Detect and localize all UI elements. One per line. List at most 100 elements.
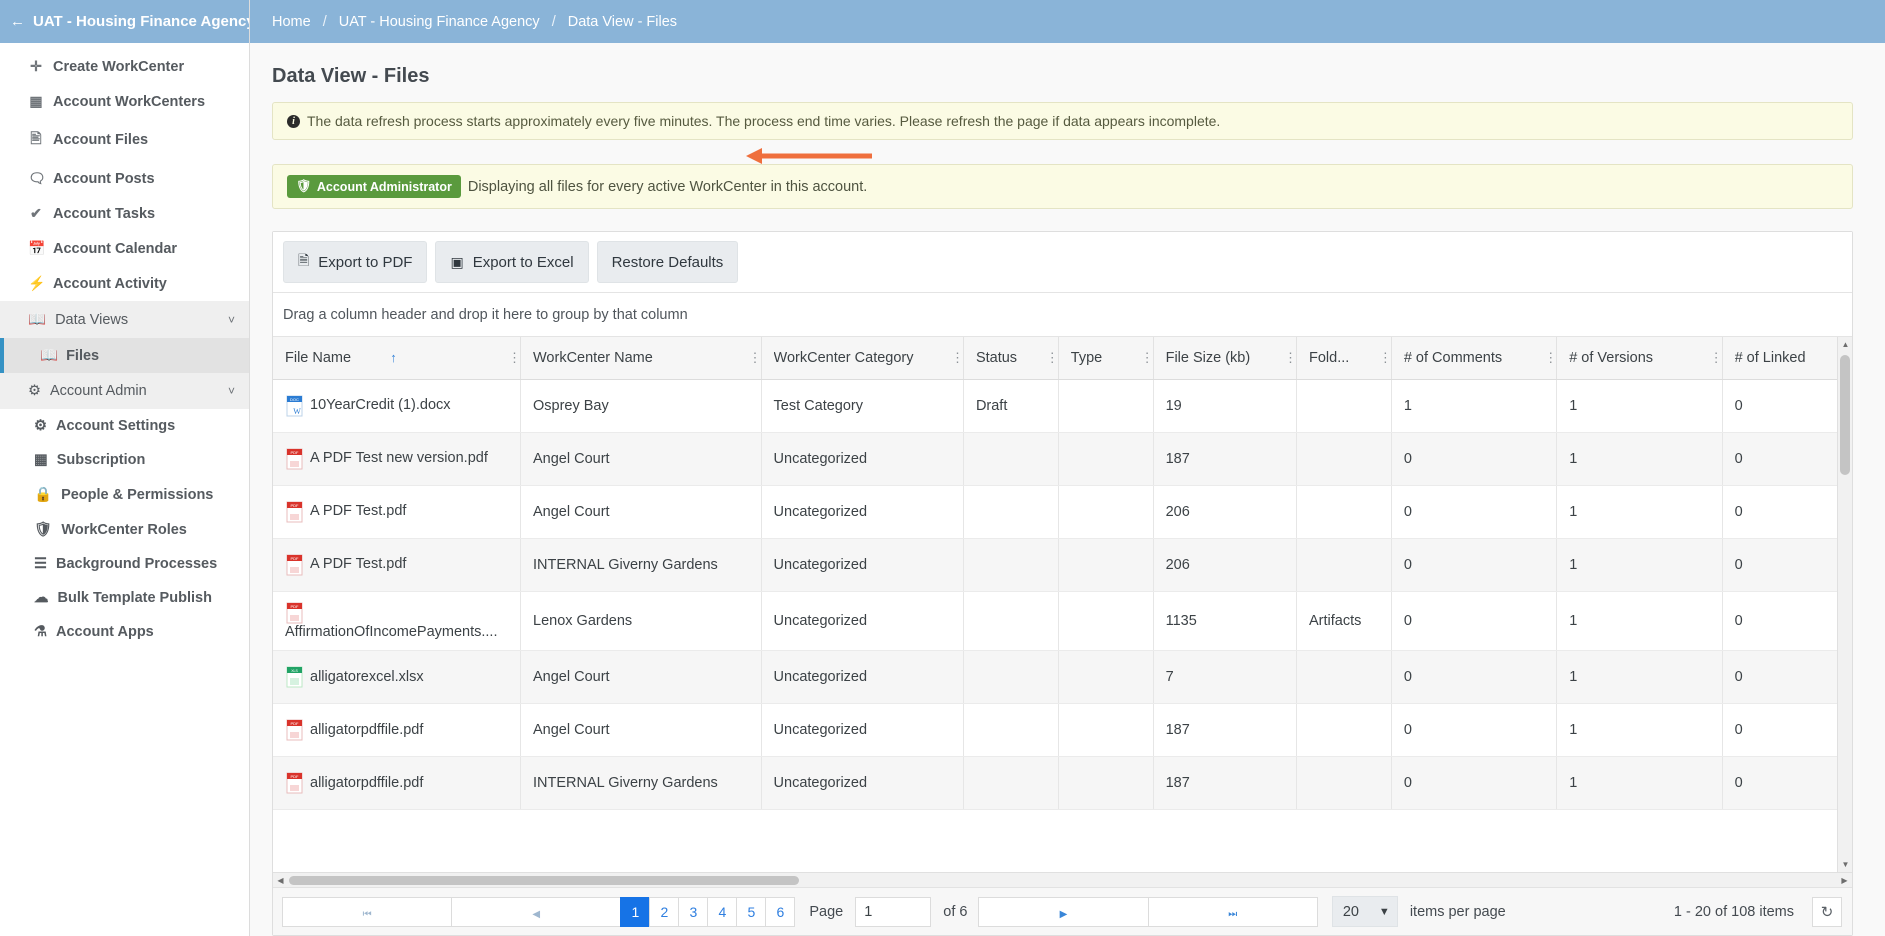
word-file-icon: DOC W [286, 395, 303, 416]
book-icon: 📖 [40, 348, 59, 364]
cell-file-name[interactable]: PDF A PDF Test.pdf [273, 538, 521, 592]
pdf-file-icon: PDF [286, 501, 303, 522]
table-row[interactable]: XLS alligatorexcel.xlsx Angel Court Unca… [273, 650, 1852, 705]
scroll-left-icon[interactable]: ◀ [273, 873, 288, 888]
sidebar-item-account-posts[interactable]: 🗨 Account Posts [0, 161, 249, 196]
sidebar-group-account-admin[interactable]: ⚙ Account Admin ˅ [0, 373, 249, 409]
column-menu-icon[interactable]: ⋮ [1141, 351, 1154, 364]
page-button-4[interactable]: 4 [707, 896, 738, 927]
page-button-6[interactable]: 6 [765, 896, 796, 927]
page-number-input[interactable] [855, 896, 932, 927]
breadcrumb-item-home[interactable]: Home [272, 14, 311, 30]
pdf-file-icon: PDF [286, 772, 303, 794]
vertical-scrollbar[interactable]: ▲ ▼ [1837, 337, 1852, 872]
scroll-down-icon[interactable]: ▼ [1838, 857, 1852, 872]
svg-text:PDF: PDF [291, 721, 300, 726]
horizontal-scrollbar[interactable]: ◀ ▶ [273, 872, 1852, 887]
previous-page-button[interactable]: ◀ [451, 896, 622, 927]
cell-file-name[interactable]: PDF alligatorpdffile.pdf [273, 756, 521, 811]
column-menu-icon[interactable]: ⋮ [749, 351, 762, 364]
sidebar-item-label: Account WorkCenters [53, 93, 206, 110]
refresh-button[interactable]: ↻ [1812, 896, 1843, 927]
export-to-pdf-button[interactable]: 🗎 Export to PDF [283, 241, 428, 283]
cell-file-name[interactable]: PDF A PDF Test.pdf [273, 485, 521, 539]
page-button-1[interactable]: 1 [620, 896, 651, 927]
breadcrumb-item-current[interactable]: Data View - Files [568, 14, 677, 30]
sidebar-item-label: Subscription [56, 452, 146, 468]
export-to-excel-button[interactable]: ▣ Export to Excel [435, 241, 589, 283]
sidebar-item-account-files[interactable]: 🖹 Account Files [0, 119, 249, 161]
table-row[interactable]: DOC W 10YearCredit (1).docx Osprey Bay Te… [273, 379, 1852, 433]
sidebar-item-workcenter-roles[interactable]: 🛡 WorkCenter Roles [0, 512, 249, 547]
table-row[interactable]: PDF A PDF Test.pdf INTERNAL Giverny Gard… [273, 538, 1852, 592]
sidebar-item-account-tasks[interactable]: ✔ Account Tasks [0, 196, 249, 231]
layers-icon: ☰ [34, 556, 47, 572]
column-header-linked[interactable]: # of Linked [1722, 337, 1852, 380]
column-header-versions[interactable]: # of Versions ⋮ [1556, 337, 1723, 380]
column-menu-icon[interactable]: ⋮ [1046, 351, 1059, 364]
column-header-workcenter-name[interactable]: WorkCenter Name ⋮ [520, 337, 762, 380]
cell-file-name[interactable]: PDF alligatorpdffile.pdf [273, 703, 521, 758]
sidebar-group-data-views[interactable]: 📖 Data Views ˅ [0, 301, 249, 338]
table-row[interactable]: PDF A PDF Test.pdf Angel Court Uncategor… [273, 485, 1852, 539]
sidebar-item-account-activity[interactable]: ⚡ Account Activity [0, 266, 249, 301]
sidebar-item-people-permissions[interactable]: 🔒 People & Permissions [0, 477, 249, 512]
next-page-button[interactable]: ▶ [978, 896, 1149, 927]
group-drop-area[interactable]: Drag a column header and drop it here to… [273, 293, 1852, 337]
sidebar-item-subscription[interactable]: ▦ Subscription [0, 443, 249, 477]
sidebar-item-account-workcenters[interactable]: ▦ Account WorkCenters [0, 84, 249, 119]
sidebar-item-background-processes[interactable]: ☰ Background Processes [0, 547, 249, 581]
pdf-file-icon: 🗎 [298, 252, 310, 268]
flask-icon: ⚗ [34, 624, 47, 640]
column-header-folder[interactable]: Fold... ⋮ [1296, 337, 1392, 380]
table-row[interactable]: PDF alligatorpdffile.pdf INTERNAL Givern… [273, 756, 1852, 811]
column-header-type[interactable]: Type ⋮ [1058, 337, 1154, 380]
column-menu-icon[interactable]: ⋮ [1379, 351, 1392, 364]
column-header-workcenter-category[interactable]: WorkCenter Category ⋮ [761, 337, 964, 380]
column-menu-icon[interactable]: ⋮ [1710, 351, 1723, 364]
svg-text:XLS: XLS [291, 669, 298, 673]
table-row[interactable]: PDF alligatorpdffile.pdf Angel Court Unc… [273, 703, 1852, 758]
grid-toolbar: 🗎 Export to PDF ▣ Export to Excel Restor… [273, 232, 1852, 293]
cell-file-size: 206 [1153, 538, 1298, 592]
scroll-right-icon[interactable]: ▶ [1837, 873, 1852, 888]
page-size-select[interactable]: 20 ▼ [1331, 896, 1398, 927]
sidebar-item-bulk-template-publish[interactable]: ☁ Bulk Template Publish [0, 581, 249, 615]
table-row[interactable]: PDF AffirmationOfIncomePayments.... Leno… [273, 591, 1852, 652]
column-menu-icon[interactable]: ⋮ [508, 351, 521, 364]
cell-file-name[interactable]: DOC W 10YearCredit (1).docx [273, 379, 521, 433]
page-button-2[interactable]: 2 [649, 896, 680, 927]
column-label: WorkCenter Category [773, 349, 914, 366]
sidebar-item-files[interactable]: 📖 Files [0, 338, 249, 373]
scroll-up-icon[interactable]: ▲ [1838, 337, 1852, 352]
last-page-button[interactable]: ⏭ [1147, 896, 1318, 927]
sort-ascending-icon[interactable]: ↑ [390, 350, 397, 365]
horizontal-scroll-thumb[interactable] [289, 876, 799, 885]
cell-file-name[interactable]: PDF A PDF Test new version.pdf [273, 432, 521, 486]
sidebar-header[interactable]: ← UAT - Housing Finance Agency [0, 0, 249, 43]
table-row[interactable]: PDF A PDF Test new version.pdf Angel Cou… [273, 432, 1852, 486]
page-button-5[interactable]: 5 [736, 896, 767, 927]
vertical-scroll-thumb[interactable] [1840, 355, 1850, 475]
cell-type [1058, 650, 1154, 705]
sidebar-item-account-apps[interactable]: ⚗ Account Apps [0, 615, 249, 649]
arrow-left-icon[interactable]: ← [10, 14, 25, 29]
sidebar-item-label: Bulk Template Publish [57, 590, 212, 606]
first-page-button[interactable]: ⏮ [282, 896, 453, 927]
column-header-comments[interactable]: # of Comments ⋮ [1391, 337, 1558, 380]
column-header-file-size[interactable]: File Size (kb) ⋮ [1153, 337, 1298, 380]
sidebar-item-account-calendar[interactable]: 📅 Account Calendar [0, 231, 249, 266]
cell-file-name[interactable]: PDF AffirmationOfIncomePayments.... [273, 591, 521, 652]
column-menu-icon[interactable]: ⋮ [1284, 351, 1297, 364]
column-menu-icon[interactable]: ⋮ [1544, 351, 1557, 364]
restore-defaults-button[interactable]: Restore Defaults [596, 241, 739, 283]
column-header-file-name[interactable]: File Name ↑ ⋮ [273, 337, 521, 380]
sidebar-item-create-workcenter[interactable]: ✛ Create WorkCenter [0, 49, 249, 84]
cell-file-name[interactable]: XLS alligatorexcel.xlsx [273, 650, 521, 705]
restore-defaults-label: Restore Defaults [611, 253, 724, 271]
column-menu-icon[interactable]: ⋮ [951, 351, 964, 364]
sidebar-item-account-settings[interactable]: ⚙ Account Settings [0, 409, 249, 443]
breadcrumb-item-account[interactable]: UAT - Housing Finance Agency [339, 14, 540, 30]
page-button-3[interactable]: 3 [678, 896, 709, 927]
column-header-status[interactable]: Status ⋮ [963, 337, 1059, 380]
